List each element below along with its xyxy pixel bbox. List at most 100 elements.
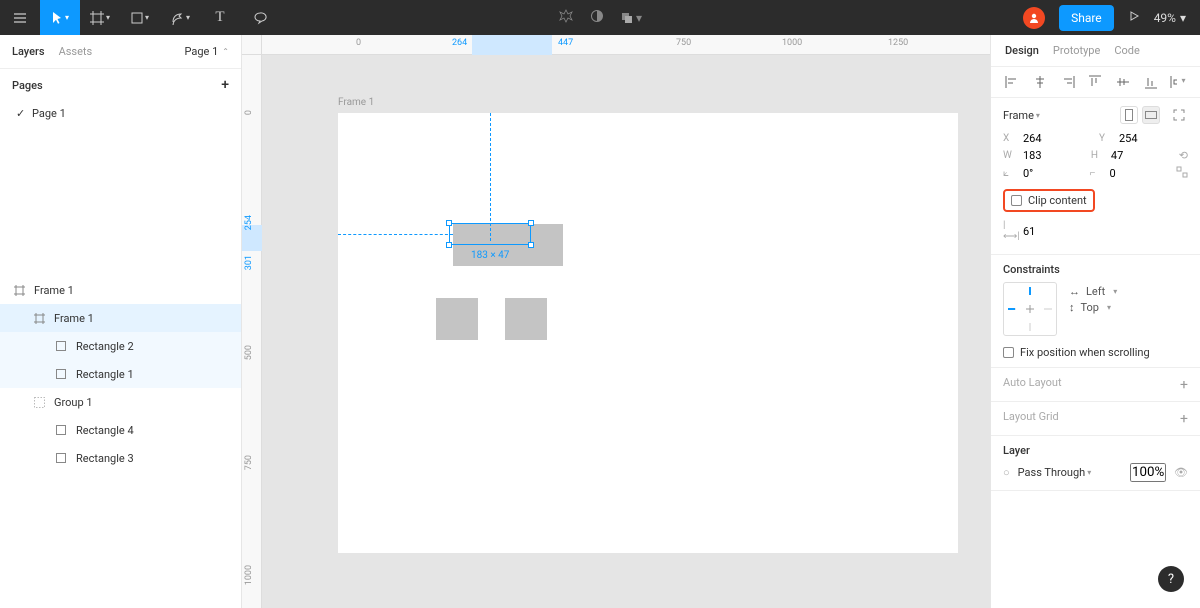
contrast-icon[interactable] bbox=[590, 9, 604, 26]
ruler-corner bbox=[242, 35, 262, 55]
add-auto-layout-button[interactable]: + bbox=[1180, 377, 1188, 393]
canvas-shape[interactable] bbox=[505, 298, 547, 340]
resize-to-fit-button[interactable] bbox=[1170, 106, 1188, 124]
help-button[interactable]: ? bbox=[1158, 566, 1184, 592]
frame-icon bbox=[12, 285, 26, 296]
portrait-button[interactable] bbox=[1120, 106, 1138, 124]
main-menu-button[interactable] bbox=[0, 0, 40, 35]
tab-assets[interactable]: Assets bbox=[59, 45, 93, 58]
layer-name: Frame 1 bbox=[34, 284, 74, 297]
constraints-section: Constraints ↔ Left ▾ ↕ Top ▾ Fix positio… bbox=[991, 255, 1200, 368]
tab-prototype[interactable]: Prototype bbox=[1053, 44, 1100, 57]
visibility-icon[interactable]: 👁 bbox=[1174, 466, 1188, 479]
frame-section: Frame▾ X Y W H ⟲ ⟀ ⌐ bbox=[991, 98, 1200, 255]
checkbox-icon bbox=[1003, 347, 1014, 358]
frame-tool-button[interactable]: ▾ bbox=[80, 0, 120, 35]
independent-corners-icon[interactable] bbox=[1176, 166, 1188, 181]
fix-position-label: Fix position when scrolling bbox=[1020, 346, 1150, 359]
constraints-heading: Constraints bbox=[1003, 263, 1188, 276]
corner-input[interactable] bbox=[1110, 167, 1150, 180]
frame-type-dropdown[interactable]: Frame▾ bbox=[1003, 109, 1040, 122]
h-label: H bbox=[1091, 150, 1105, 161]
y-input[interactable] bbox=[1119, 132, 1159, 145]
share-button[interactable]: Share bbox=[1059, 5, 1114, 31]
layer-name: Rectangle 3 bbox=[76, 452, 134, 465]
fix-position-checkbox[interactable]: Fix position when scrolling bbox=[1003, 346, 1188, 359]
pages-header: Pages + bbox=[0, 69, 241, 101]
h-input[interactable] bbox=[1111, 149, 1151, 162]
chevron-down-icon: ▾ bbox=[65, 13, 69, 22]
left-tabs: Layers Assets Page 1⌃ bbox=[0, 35, 241, 69]
canvas-shape[interactable] bbox=[436, 298, 478, 340]
toolbar-left: ▾ ▾ ▾ ▾ T bbox=[0, 0, 280, 35]
checkbox-icon bbox=[1011, 195, 1022, 206]
align-left-icon[interactable] bbox=[1003, 76, 1021, 88]
pen-tool-button[interactable]: ▾ bbox=[160, 0, 200, 35]
align-vcenter-icon[interactable] bbox=[1114, 75, 1132, 89]
align-right-icon[interactable] bbox=[1059, 76, 1077, 88]
layer-row-group[interactable]: Group 1 bbox=[0, 388, 241, 416]
align-bottom-icon[interactable] bbox=[1142, 75, 1160, 89]
link-wh-icon[interactable]: ⟲ bbox=[1179, 149, 1188, 162]
gap-icon: |⟷| bbox=[1003, 220, 1017, 242]
shape-tool-button[interactable]: ▾ bbox=[120, 0, 160, 35]
tab-code[interactable]: Code bbox=[1114, 44, 1139, 57]
chevron-down-icon: ▾ bbox=[186, 13, 190, 22]
constraint-diagram[interactable] bbox=[1003, 282, 1057, 336]
add-layout-grid-button[interactable]: + bbox=[1180, 411, 1188, 427]
selection-box[interactable] bbox=[449, 223, 531, 245]
canvas-frame[interactable] bbox=[338, 113, 958, 553]
w-input[interactable] bbox=[1023, 149, 1063, 162]
constraint-h-dropdown[interactable]: ↔ Left ▾ bbox=[1069, 285, 1117, 298]
chevron-down-icon: ▾ bbox=[145, 13, 149, 22]
layer-row-rect[interactable]: Rectangle 4 bbox=[0, 416, 241, 444]
rectangle-icon bbox=[54, 341, 68, 351]
comment-tool-button[interactable] bbox=[240, 0, 280, 35]
canvas[interactable]: 0 264 447 750 1000 1250 1500 0 254 301 5… bbox=[242, 35, 990, 608]
layer-name: Rectangle 4 bbox=[76, 424, 134, 437]
rectangle-icon bbox=[54, 453, 68, 463]
ruler-vertical: 0 254 301 500 750 1000 bbox=[242, 55, 262, 608]
layer-name: Rectangle 1 bbox=[76, 368, 134, 381]
blend-mode-icon[interactable]: ○ bbox=[1003, 466, 1010, 479]
distribute-icon[interactable]: ▾ bbox=[1170, 76, 1188, 88]
tab-layers[interactable]: Layers bbox=[12, 45, 45, 58]
auto-layout-heading: Auto Layout bbox=[1003, 376, 1062, 389]
layer-row-rect[interactable]: Rectangle 2 bbox=[0, 332, 241, 360]
gap-input[interactable] bbox=[1023, 225, 1063, 238]
toolbar-center: ▾ bbox=[558, 8, 642, 27]
clip-content-checkbox[interactable]: Clip content bbox=[1003, 189, 1095, 212]
smart-guide bbox=[490, 113, 491, 241]
toolbar-right: Share 49%▾ bbox=[1023, 5, 1200, 31]
add-page-button[interactable]: + bbox=[221, 77, 229, 93]
page-dropdown[interactable]: Page 1⌃ bbox=[185, 45, 230, 58]
layer-row-rect[interactable]: Rectangle 1 bbox=[0, 360, 241, 388]
text-tool-button[interactable]: T bbox=[200, 0, 240, 35]
zoom-dropdown[interactable]: 49%▾ bbox=[1154, 11, 1186, 25]
align-hcenter-icon[interactable] bbox=[1031, 76, 1049, 88]
blend-mode-dropdown[interactable]: Pass Through▾ bbox=[1018, 466, 1092, 479]
layout-grid-section: Layout Grid + bbox=[991, 402, 1200, 436]
frame-label[interactable]: Frame 1 bbox=[338, 97, 374, 108]
avatar[interactable] bbox=[1023, 7, 1045, 29]
layer-row-frame[interactable]: Frame 1 bbox=[0, 304, 241, 332]
layer-section: Layer ○ Pass Through▾ 👁 bbox=[991, 436, 1200, 491]
landscape-button[interactable] bbox=[1142, 106, 1160, 124]
constraint-v-dropdown[interactable]: ↕ Top ▾ bbox=[1069, 301, 1117, 314]
layer-heading: Layer bbox=[1003, 444, 1188, 457]
selection-dimensions: 183 × 47 bbox=[471, 250, 509, 261]
corner-radius-icon: ⌐ bbox=[1090, 168, 1104, 179]
layer-row-rect[interactable]: Rectangle 3 bbox=[0, 444, 241, 472]
present-button[interactable] bbox=[1128, 10, 1140, 25]
opacity-input[interactable] bbox=[1130, 463, 1166, 482]
move-tool-button[interactable]: ▾ bbox=[40, 0, 80, 35]
community-icon[interactable] bbox=[558, 8, 574, 27]
group-icon bbox=[32, 397, 46, 408]
file-icon[interactable]: ▾ bbox=[620, 11, 642, 25]
page-item[interactable]: ✓ Page 1 bbox=[0, 101, 241, 126]
x-input[interactable] bbox=[1023, 132, 1063, 145]
tab-design[interactable]: Design bbox=[1005, 44, 1039, 57]
layer-row-frame[interactable]: Frame 1 bbox=[0, 276, 241, 304]
align-top-icon[interactable] bbox=[1086, 75, 1104, 89]
rotation-input[interactable] bbox=[1023, 167, 1063, 180]
